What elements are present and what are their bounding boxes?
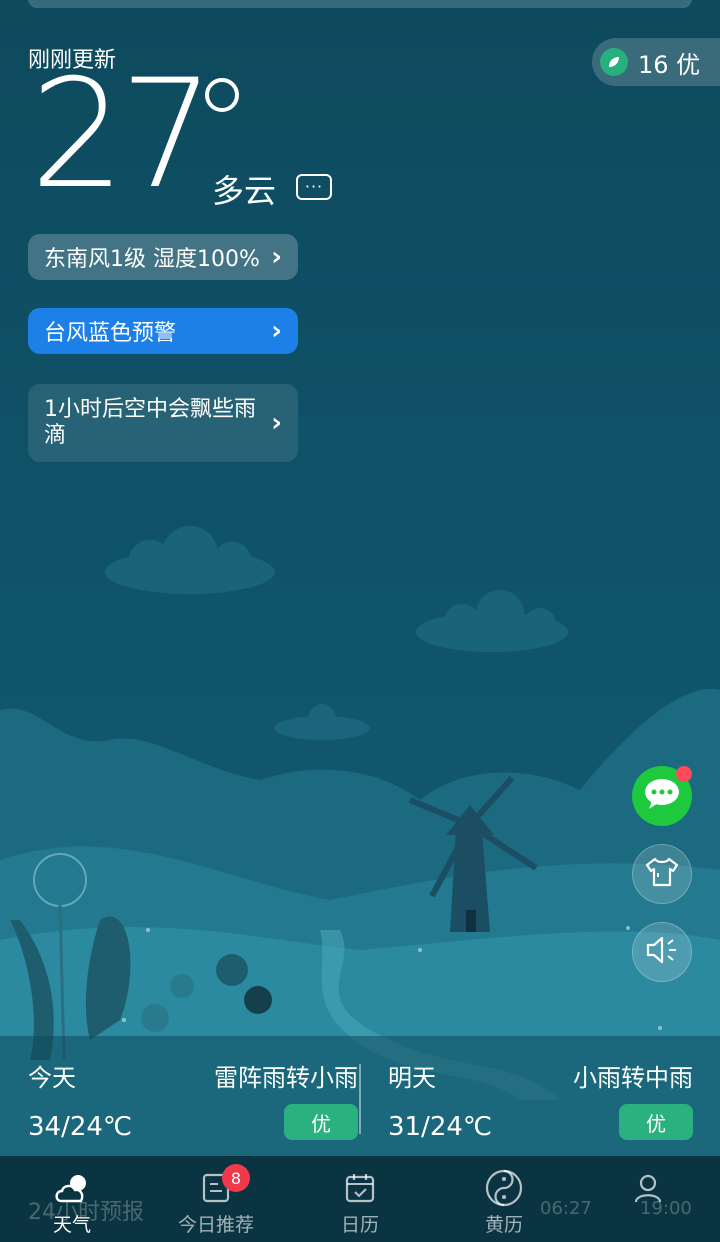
tab-almanac[interactable]: 黄历 [444,1156,564,1242]
profile-icon [632,1168,664,1208]
degree-symbol [205,78,239,112]
daily-forecast-panel: 今天 雷阵雨转小雨 34/24℃ 优 明天 小雨转中雨 31/24℃ 优 [0,1036,720,1156]
forecast-day: 明天 [388,1064,436,1092]
forecast-temp-range: 31/24℃ [388,1112,493,1142]
top-card-edge [28,0,692,8]
forecast-condition: 雷阵雨转小雨 [214,1064,358,1092]
weather-icon [53,1168,91,1208]
chat-icon [642,777,682,815]
rain-forecast-pill[interactable]: 1小时后空中会飘些雨滴 › [28,384,298,462]
voice-broadcast-button[interactable] [632,922,692,982]
tab-recommend[interactable]: 8 今日推荐 [156,1156,276,1242]
chevron-right-icon: › [271,316,282,346]
forecast-today[interactable]: 今天 雷阵雨转小雨 34/24℃ 优 [28,1036,358,1156]
tab-profile[interactable] [588,1156,708,1242]
wind-humidity-text: 东南风1级 湿度100% [44,247,260,272]
notification-dot [676,766,692,782]
tab-weather[interactable]: 天气 [12,1156,132,1242]
forecast-temp-range: 34/24℃ [28,1112,133,1142]
bottom-tab-bar: 24小时预报 06:27 19:00 天气 8 今日推荐 日历 黄历 [0,1156,720,1242]
speaker-icon [644,934,680,970]
tab-label: 天气 [52,1214,91,1236]
notification-badge: 8 [222,1164,250,1192]
chat-button[interactable] [632,766,692,826]
tab-calendar[interactable]: 日历 [300,1156,420,1242]
forecast-tomorrow[interactable]: 明天 小雨转中雨 31/24℃ 优 [388,1036,693,1156]
divider [359,1064,361,1134]
comment-icon[interactable]: ··· [296,174,332,200]
tab-label: 黄历 [484,1214,523,1236]
almanac-icon [485,1168,523,1208]
calendar-icon [344,1168,376,1208]
chevron-right-icon: › [271,408,282,438]
alert-text: 台风蓝色预警 [44,321,177,346]
current-condition: 多云 [212,172,277,210]
shirt-icon [645,857,679,891]
forecast-condition: 小雨转中雨 [573,1064,693,1092]
leaf-icon [600,48,628,76]
aqi-badge[interactable]: 16 优 [592,38,720,86]
aqi-badge: 优 [284,1104,358,1140]
wind-humidity-pill[interactable]: 东南风1级 湿度100% › [28,234,298,280]
current-temperature: 27 [30,48,215,222]
rain-forecast-text: 1小时后空中会飘些雨滴 [44,397,256,448]
aqi-badge: 优 [619,1104,693,1140]
aqi-value: 16 优 [638,50,701,79]
forecast-day: 今天 [28,1064,76,1092]
tab-label: 今日推荐 [177,1214,254,1236]
typhoon-alert-pill[interactable]: 台风蓝色预警 › [28,308,298,354]
tab-label: 日历 [340,1214,379,1236]
chevron-right-icon: › [271,242,282,272]
outfit-button[interactable] [632,844,692,904]
